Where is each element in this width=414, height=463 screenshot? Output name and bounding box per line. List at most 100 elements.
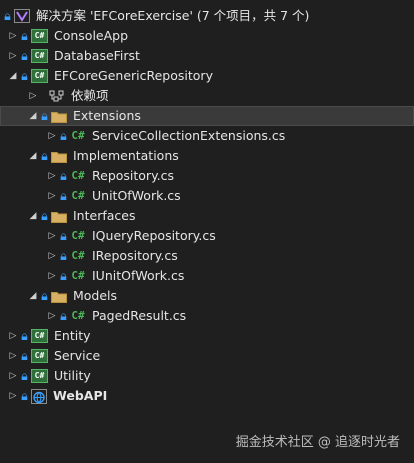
chevron-right-icon[interactable]: ▷ — [8, 26, 18, 46]
dependencies-node[interactable]: ▷ 依赖项 — [0, 86, 414, 106]
lock-icon: 🔒︎ — [60, 168, 67, 183]
csharp-file-icon: C# — [71, 309, 85, 322]
chevron-right-icon[interactable]: ▷ — [8, 366, 18, 386]
lock-icon: 🔒︎ — [21, 48, 28, 63]
csharp-project-icon: C# — [31, 29, 48, 43]
project-label: Utility — [54, 368, 91, 383]
csharp-project-icon: C# — [31, 349, 48, 363]
csharp-project-icon: C# — [31, 369, 48, 383]
web-project-icon — [31, 388, 47, 404]
project-label: EFCoreGenericRepository — [54, 68, 213, 83]
chevron-right-icon[interactable]: ▷ — [47, 226, 57, 246]
lock-icon: 🔒︎ — [21, 68, 28, 83]
chevron-down-icon[interactable]: ◢ — [28, 146, 38, 166]
watermark-text: 掘金技术社区 @ 追逐时光者 — [235, 435, 400, 450]
lock-icon: 🔒︎ — [41, 148, 48, 163]
chevron-down-icon[interactable]: ◢ — [28, 286, 38, 306]
csharp-file-icon: C# — [71, 229, 85, 242]
project-consoleapp[interactable]: ▷ 🔒︎ C# ConsoleApp — [0, 26, 414, 46]
chevron-right-icon[interactable]: ▷ — [47, 126, 57, 146]
lock-icon: 🔒︎ — [21, 388, 28, 403]
solution-explorer-tree: 🔒︎ 解决方案 'EFCoreExercise' (7 个项目，共 7 个) ▷… — [0, 6, 414, 406]
lock-icon: 🔒︎ — [21, 368, 28, 383]
chevron-right-icon[interactable]: ▷ — [47, 166, 57, 186]
project-label: ConsoleApp — [54, 28, 129, 43]
lock-icon: 🔒︎ — [60, 248, 67, 263]
folder-icon — [51, 210, 67, 223]
project-databasefirst[interactable]: ▷ 🔒︎ C# DatabaseFirst — [0, 46, 414, 66]
file-label: Repository.cs — [92, 168, 175, 183]
chevron-right-icon[interactable]: ▷ — [47, 306, 57, 326]
lock-icon: 🔒︎ — [21, 328, 28, 343]
folder-icon — [51, 150, 67, 163]
csharp-project-icon: C# — [31, 49, 48, 63]
lock-icon: 🔒︎ — [60, 128, 67, 143]
lock-icon: 🔒︎ — [60, 268, 67, 283]
file-label: ServiceCollectionExtensions.cs — [92, 128, 286, 143]
solution-node[interactable]: 🔒︎ 解决方案 'EFCoreExercise' (7 个项目，共 7 个) — [0, 6, 414, 26]
lock-icon: 🔒︎ — [41, 108, 48, 123]
file-label: IRepository.cs — [92, 248, 178, 263]
file-pagedresult[interactable]: ▷ 🔒︎ C# PagedResult.cs — [0, 306, 414, 326]
project-utility[interactable]: ▷ 🔒︎ C# Utility — [0, 366, 414, 386]
chevron-down-icon[interactable]: ◢ — [28, 106, 38, 126]
solution-label: 解决方案 'EFCoreExercise' (7 个项目，共 7 个) — [36, 8, 310, 23]
folder-interfaces[interactable]: ◢ 🔒︎ Interfaces — [0, 206, 414, 226]
project-label: Entity — [54, 328, 91, 343]
csharp-file-icon: C# — [71, 129, 85, 142]
csharp-file-icon: C# — [71, 189, 85, 202]
chevron-right-icon[interactable]: ▷ — [47, 186, 57, 206]
file-label: IUnitOfWork.cs — [92, 268, 185, 283]
chevron-right-icon[interactable]: ▷ — [8, 326, 18, 346]
file-unitofwork[interactable]: ▷ 🔒︎ C# UnitOfWork.cs — [0, 186, 414, 206]
file-irepository[interactable]: ▷ 🔒︎ C# IRepository.cs — [0, 246, 414, 266]
chevron-right-icon[interactable]: ▷ — [47, 246, 57, 266]
project-label: WebAPI — [53, 388, 108, 403]
chevron-down-icon[interactable]: ◢ — [28, 206, 38, 226]
chevron-right-icon[interactable]: ▷ — [8, 346, 18, 366]
folder-implementations[interactable]: ◢ 🔒︎ Implementations — [0, 146, 414, 166]
csharp-project-icon: C# — [31, 69, 48, 83]
dependencies-label: 依赖项 — [71, 88, 109, 103]
lock-icon: 🔒︎ — [60, 188, 67, 203]
dependencies-icon — [49, 90, 65, 102]
chevron-right-icon[interactable]: ▷ — [8, 386, 18, 406]
csharp-project-icon: C# — [31, 329, 48, 343]
file-iqueryrepository[interactable]: ▷ 🔒︎ C# IQueryRepository.cs — [0, 226, 414, 246]
project-label: Service — [54, 348, 101, 363]
file-label: UnitOfWork.cs — [92, 188, 181, 203]
csharp-file-icon: C# — [71, 269, 85, 282]
chevron-right-icon[interactable]: ▷ — [47, 266, 57, 286]
lock-icon: 🔒︎ — [21, 28, 28, 43]
file-iunitofwork[interactable]: ▷ 🔒︎ C# IUnitOfWork.cs — [0, 266, 414, 286]
folder-label: Models — [73, 288, 118, 303]
lock-icon: 🔒︎ — [41, 208, 48, 223]
csharp-file-icon: C# — [71, 249, 85, 262]
lock-icon: 🔒︎ — [60, 308, 67, 323]
chevron-down-icon[interactable]: ◢ — [8, 66, 18, 86]
folder-models[interactable]: ◢ 🔒︎ Models — [0, 286, 414, 306]
chevron-right-icon[interactable]: ▷ — [28, 86, 38, 106]
folder-label: Implementations — [73, 148, 179, 163]
project-label: DatabaseFirst — [54, 48, 140, 63]
lock-icon: 🔒︎ — [4, 8, 11, 23]
file-servicecollectionextensions[interactable]: ▷ 🔒︎ C# ServiceCollectionExtensions.cs — [0, 126, 414, 146]
folder-label: Interfaces — [73, 208, 136, 223]
solution-icon — [14, 9, 30, 23]
chevron-right-icon[interactable]: ▷ — [8, 46, 18, 66]
file-label: IQueryRepository.cs — [92, 228, 216, 243]
project-entity[interactable]: ▷ 🔒︎ C# Entity — [0, 326, 414, 346]
lock-icon: 🔒︎ — [21, 348, 28, 363]
folder-icon — [51, 290, 67, 303]
lock-icon: 🔒︎ — [41, 288, 48, 303]
csharp-file-icon: C# — [71, 169, 85, 182]
folder-label: Extensions — [73, 108, 141, 123]
folder-icon — [51, 110, 67, 123]
project-efcoregenericrepository[interactable]: ◢ 🔒︎ C# EFCoreGenericRepository — [0, 66, 414, 86]
file-repository[interactable]: ▷ 🔒︎ C# Repository.cs — [0, 166, 414, 186]
file-label: PagedResult.cs — [92, 308, 187, 323]
project-webapi[interactable]: ▷ 🔒︎ WebAPI — [0, 386, 414, 406]
folder-extensions[interactable]: ◢ 🔒︎ Extensions — [0, 106, 414, 126]
lock-icon: 🔒︎ — [60, 228, 67, 243]
project-service[interactable]: ▷ 🔒︎ C# Service — [0, 346, 414, 366]
